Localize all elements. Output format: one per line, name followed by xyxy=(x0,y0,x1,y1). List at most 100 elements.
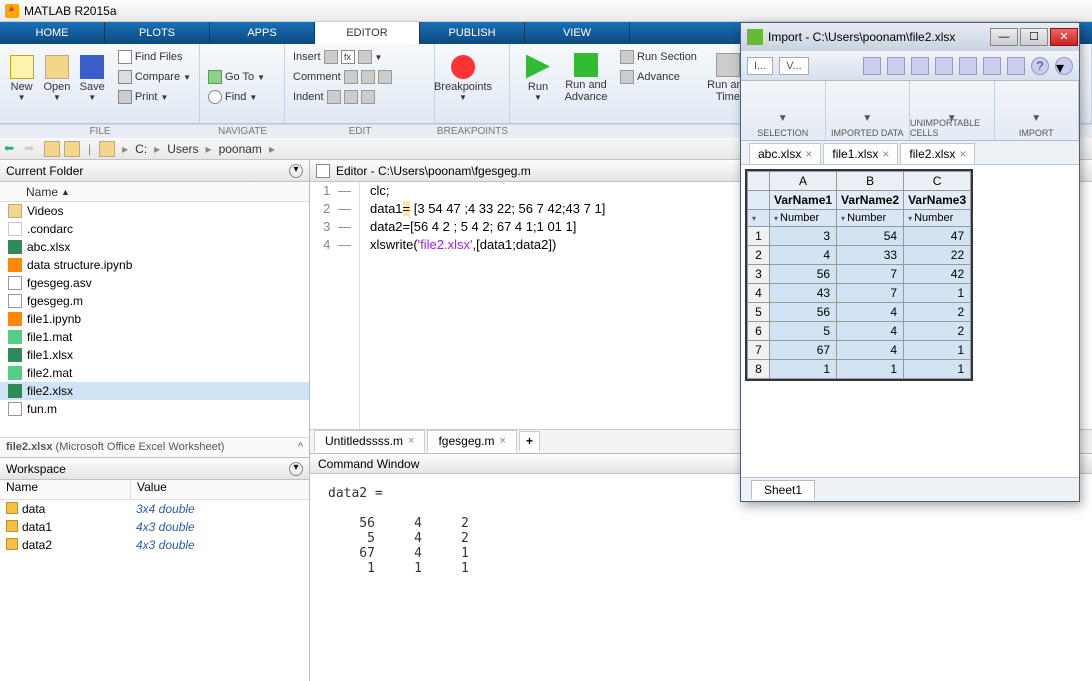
close-button[interactable]: ✕ xyxy=(1050,28,1078,46)
file-item[interactable]: fun.m xyxy=(0,400,309,418)
minimize-button[interactable]: — xyxy=(990,28,1018,46)
ws-value-col[interactable]: Value xyxy=(130,480,309,499)
import-window: Import - C:\Users\poonam\file2.xlsx — ☐ … xyxy=(740,22,1080,502)
save-button[interactable]: Save▼ xyxy=(77,48,108,108)
crumb-poonam[interactable]: poonam xyxy=(219,142,262,156)
dropdown-icon[interactable]: ▾ xyxy=(1055,57,1073,75)
name-column[interactable]: Name xyxy=(26,185,58,199)
print-button[interactable]: Print ▼ xyxy=(116,88,193,106)
main-tab-apps[interactable]: APPS xyxy=(210,22,315,44)
workspace-row[interactable]: data3x4 double xyxy=(0,500,309,518)
crumb-users[interactable]: Users xyxy=(167,142,198,156)
back-icon[interactable]: ⬅ xyxy=(4,141,20,157)
file-item[interactable]: file1.ipynb xyxy=(0,310,309,328)
find-files-button[interactable]: Find Files xyxy=(116,48,193,66)
ribbon-icon[interactable] xyxy=(983,57,1001,75)
run-button[interactable]: Run▼ xyxy=(516,48,560,108)
file-item[interactable]: fgesgeg.asv xyxy=(0,274,309,292)
breakpoints-button[interactable]: Breakpoints▼ xyxy=(441,48,485,108)
ribbon-icon[interactable] xyxy=(959,57,977,75)
workspace-row[interactable]: data24x3 double xyxy=(0,536,309,554)
insert-button[interactable]: Insert fx ▼ xyxy=(291,48,428,66)
command-window-body[interactable]: data2 = 56 4 2 5 4 2 67 4 1 1 1 1 xyxy=(310,474,1092,681)
advance-button[interactable]: Advance xyxy=(618,68,699,86)
file-item[interactable]: fgesgeg.m xyxy=(0,292,309,310)
browse-icon[interactable] xyxy=(64,141,80,157)
minimize-panel-icon[interactable]: ▾ xyxy=(289,164,303,178)
find-button[interactable]: Find ▼ xyxy=(206,88,278,106)
import-grid[interactable]: ABCVarName1VarName2VarName3NumberNumberN… xyxy=(741,165,1079,477)
close-tab-icon[interactable]: × xyxy=(805,147,812,161)
fx-icon[interactable]: fx xyxy=(341,50,355,64)
close-tab-icon[interactable]: × xyxy=(500,435,506,447)
import-file-tab[interactable]: file1.xlsx × xyxy=(823,143,898,164)
main-tab-view[interactable]: VIEW xyxy=(525,22,630,44)
expand-icon[interactable]: ^ xyxy=(298,441,303,454)
file-icon xyxy=(8,294,22,308)
crumb-root[interactable]: C: xyxy=(135,142,147,156)
ribbon-icon[interactable] xyxy=(863,57,881,75)
editor-tab[interactable]: fgesgeg.m × xyxy=(427,430,516,453)
main-tab-publish[interactable]: PUBLISH xyxy=(420,22,525,44)
workspace-panel: Workspace ▾ NameValue data3x4 doubledata1… xyxy=(0,457,309,681)
run-advance-button[interactable]: Run and Advance xyxy=(564,48,608,108)
comment-button[interactable]: Comment xyxy=(291,68,428,86)
up-icon[interactable] xyxy=(44,141,60,157)
file-icon xyxy=(8,258,22,272)
file-item[interactable]: file1.mat xyxy=(0,328,309,346)
file-item[interactable]: .condarc xyxy=(0,220,309,238)
import-titlebar[interactable]: Import - C:\Users\poonam\file2.xlsx — ☐ … xyxy=(741,23,1079,51)
new-tab-button[interactable]: + xyxy=(519,431,540,452)
file-icon xyxy=(8,348,22,362)
ribbon-icon[interactable] xyxy=(935,57,953,75)
current-folder-panel: Current Folder▾ Name ▲ Videos.condarcabc… xyxy=(0,160,309,457)
file-item[interactable]: file2.xlsx xyxy=(0,382,309,400)
compare-button[interactable]: Compare ▼ xyxy=(116,68,193,86)
workspace-title: Workspace xyxy=(6,462,66,476)
import-file-tab[interactable]: file2.xlsx × xyxy=(900,143,975,164)
minimize-panel-icon[interactable]: ▾ xyxy=(289,462,303,476)
import-ribbon-tab[interactable]: I... xyxy=(747,57,773,75)
maximize-button[interactable]: ☐ xyxy=(1020,28,1048,46)
open-button[interactable]: Open▼ xyxy=(41,48,72,108)
file-item[interactable]: Videos xyxy=(0,202,309,220)
ribbon-icon[interactable] xyxy=(887,57,905,75)
file-item[interactable]: file1.xlsx xyxy=(0,346,309,364)
file-item[interactable]: file2.mat xyxy=(0,364,309,382)
variable-icon xyxy=(6,520,18,532)
import-file-tabs: abc.xlsx ×file1.xlsx ×file2.xlsx × xyxy=(741,141,1079,165)
file-item[interactable]: data structure.ipynb xyxy=(0,256,309,274)
sheet-tab[interactable]: Sheet1 xyxy=(751,480,815,499)
close-tab-icon[interactable]: × xyxy=(882,147,889,161)
main-tab-home[interactable]: HOME xyxy=(0,22,105,44)
help-icon[interactable]: ? xyxy=(1031,57,1049,75)
new-button[interactable]: New▼ xyxy=(6,48,37,108)
editor-tab[interactable]: Untitledssss.m × xyxy=(314,430,425,453)
indent-button[interactable]: Indent xyxy=(291,88,428,106)
goto-button[interactable]: Go To ▼ xyxy=(206,68,278,86)
close-tab-icon[interactable]: × xyxy=(408,435,414,447)
editor-icon xyxy=(316,164,330,178)
file-icon xyxy=(8,240,22,254)
import-groups: ▼SELECTION ▼IMPORTED DATA ▼UNIMPORTABLE … xyxy=(741,81,1079,141)
folder-icon[interactable] xyxy=(99,141,115,157)
ws-name-col[interactable]: Name xyxy=(0,480,130,499)
close-tab-icon[interactable]: × xyxy=(959,147,966,161)
file-item[interactable]: abc.xlsx xyxy=(0,238,309,256)
import-file-tab[interactable]: abc.xlsx × xyxy=(749,143,821,164)
forward-icon[interactable]: ➡ xyxy=(24,141,40,157)
ribbon-icon[interactable] xyxy=(911,57,929,75)
run-section-button[interactable]: Run Section xyxy=(618,48,699,66)
file-icon xyxy=(8,204,22,218)
import-ribbon: I... V... ? ▾ xyxy=(741,51,1079,81)
file-icon xyxy=(8,222,22,236)
file-icon xyxy=(8,366,22,380)
editor-title: Editor - C:\Users\poonam\fgesgeg.m xyxy=(336,164,531,178)
main-tab-plots[interactable]: PLOTS xyxy=(105,22,210,44)
main-tab-editor[interactable]: EDITOR xyxy=(315,22,420,44)
workspace-row[interactable]: data14x3 double xyxy=(0,518,309,536)
file-icon xyxy=(8,312,22,326)
ribbon-icon[interactable] xyxy=(1007,57,1025,75)
matlab-logo-icon xyxy=(5,4,19,18)
import-ribbon-tab[interactable]: V... xyxy=(779,57,809,75)
